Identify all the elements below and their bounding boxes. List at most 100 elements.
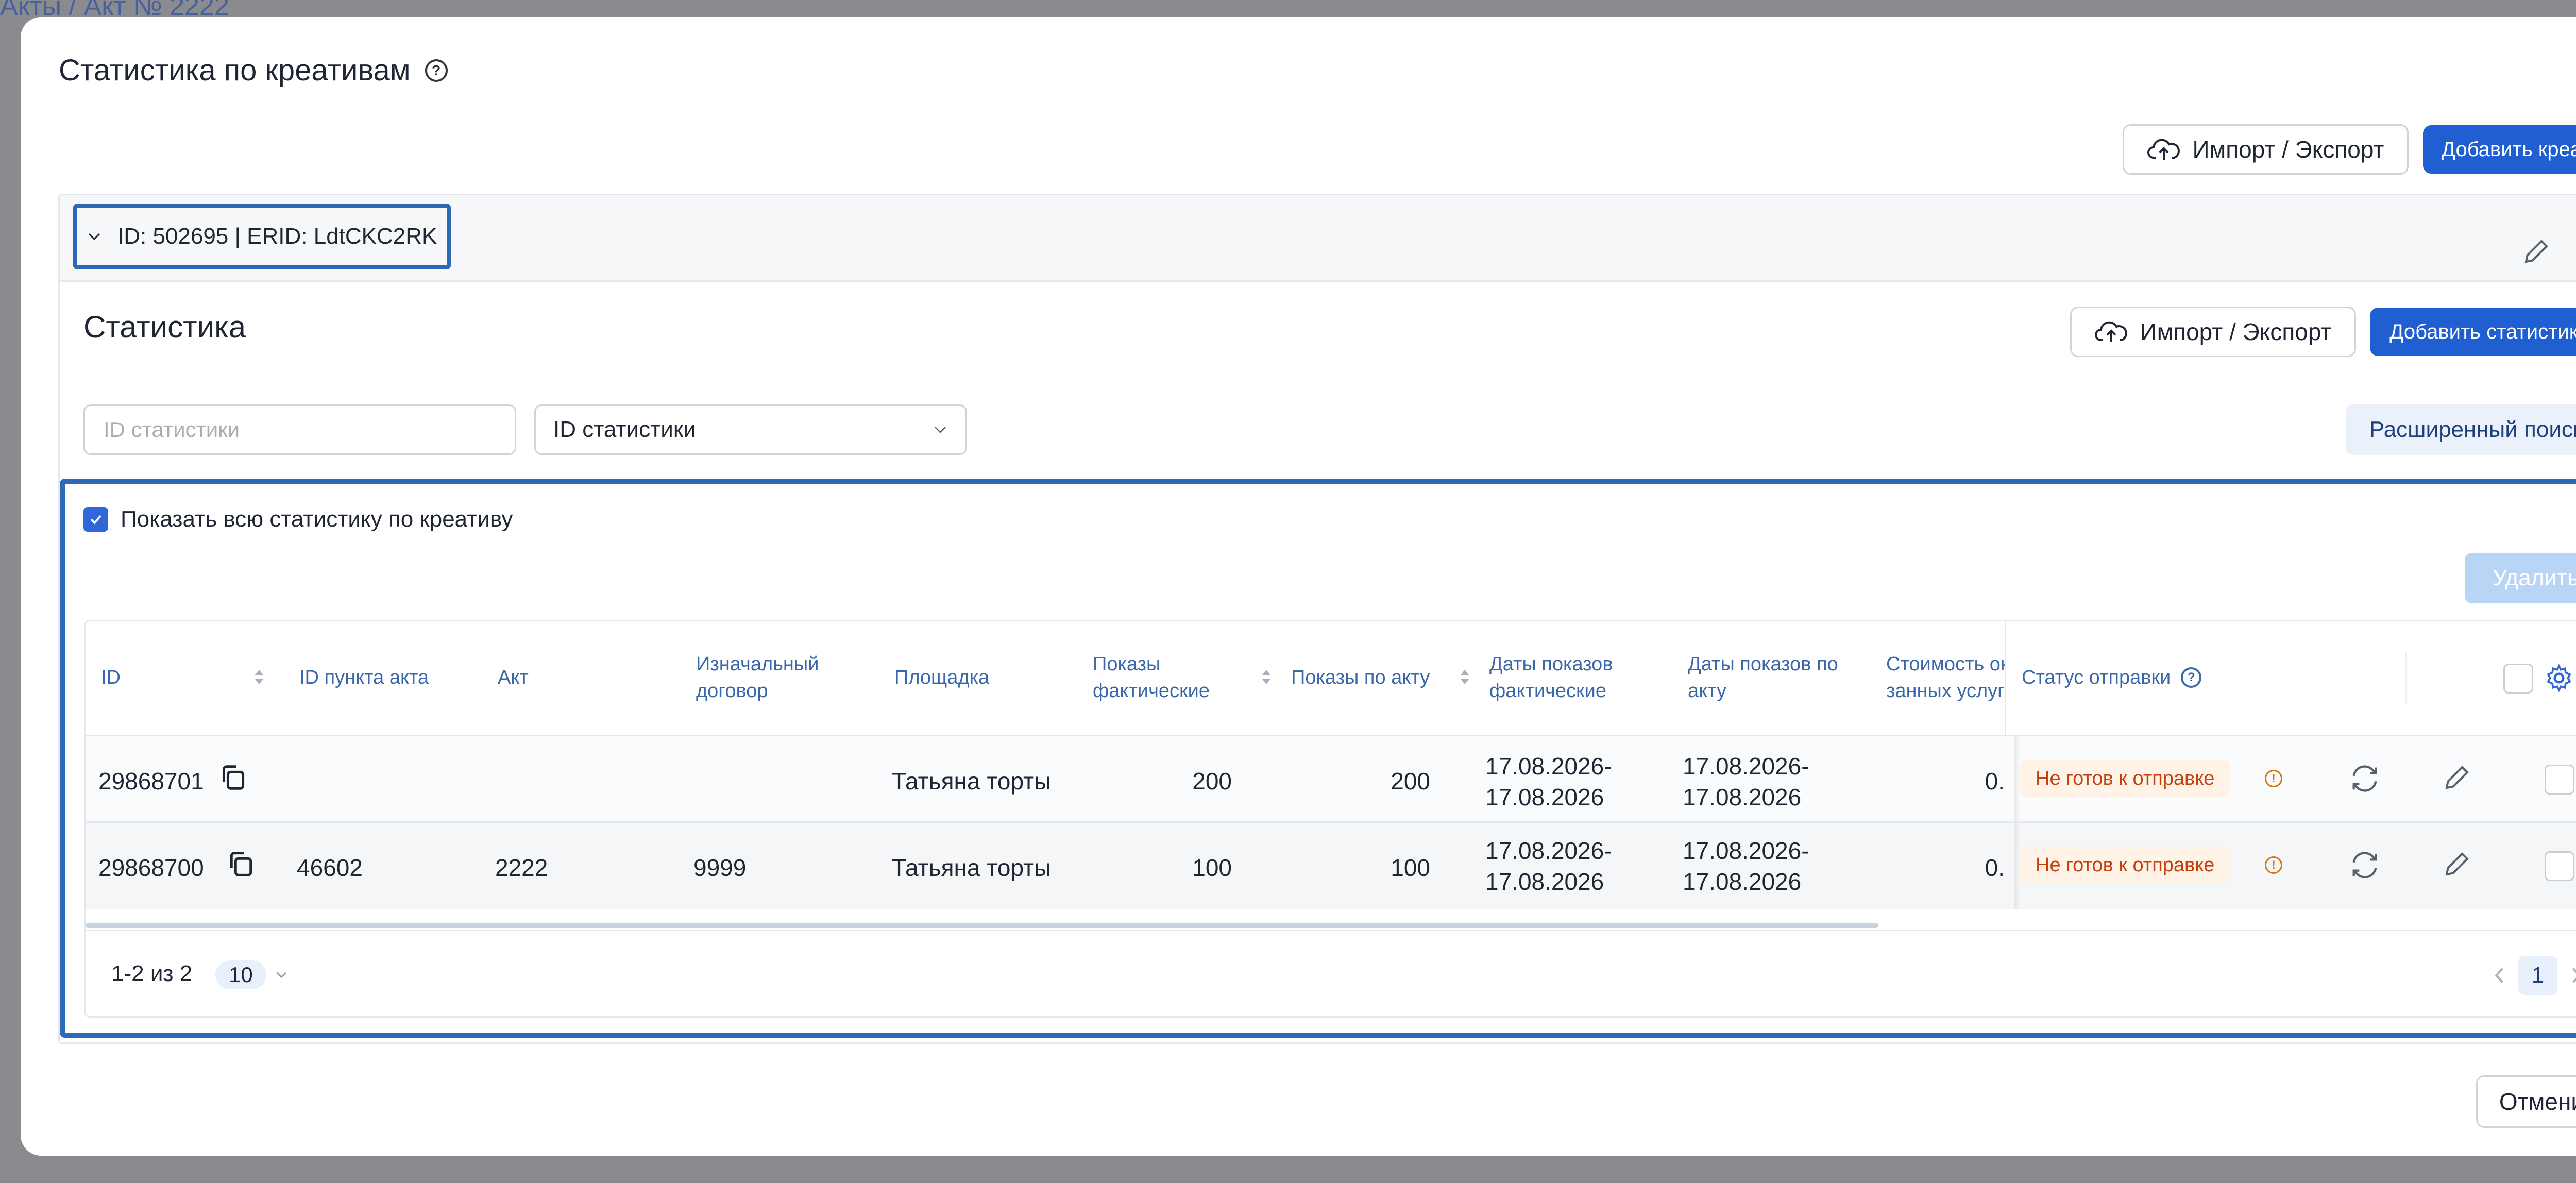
- col-cost-line1: Стоимость ока: [1886, 653, 2005, 675]
- sticky-header-area: Статус отправки ?: [2005, 621, 2576, 735]
- cell-dates-act-end: 17.08.2026: [1683, 784, 1802, 810]
- refresh-icon[interactable]: [2348, 849, 2381, 882]
- select-all-checkbox[interactable]: [2503, 664, 2533, 694]
- cell-dates-fact-end: 17.08.2026: [1485, 868, 1604, 895]
- cell-dates-fact-start: 17.08.2026-: [1485, 837, 1612, 864]
- add-statistic-button[interactable]: Добавить статистику: [2370, 308, 2576, 356]
- table-row[interactable]: 29868700 46602 2222 9999 Татьяна торты 1…: [86, 821, 2576, 909]
- advanced-search-button[interactable]: Расширенный поиск: [2346, 404, 2576, 455]
- row-checkbox[interactable]: [2545, 765, 2574, 795]
- cell-shows-fact: 100: [1192, 854, 1232, 881]
- help-icon[interactable]: ?: [2181, 667, 2202, 688]
- col-id[interactable]: ID: [101, 664, 121, 691]
- refresh-icon[interactable]: [2348, 762, 2381, 795]
- table-header: ID ID пункта акта Акт Изначальный догово…: [86, 621, 2576, 735]
- edit-icon[interactable]: [2442, 762, 2472, 793]
- col-shows-act[interactable]: Показы по акту: [1291, 664, 1430, 691]
- cell-dates-act: 17.08.2026- 17.08.2026: [1683, 835, 1809, 897]
- cell-id: 29868700: [98, 854, 204, 881]
- col-cost[interactable]: Стоимость ока занных услуг: [1886, 651, 2005, 704]
- cell-shows-act: 200: [1391, 768, 1430, 795]
- cloud-upload-icon: [2094, 321, 2127, 342]
- cell-dates-fact-start: 17.08.2026-: [1485, 753, 1612, 780]
- cell-shows-act: 100: [1391, 854, 1430, 881]
- search-field-value: ID статистики: [553, 417, 696, 442]
- add-creative-button[interactable]: Добавить креатив: [2423, 125, 2576, 174]
- status-badge: Не готов к отправке: [2020, 847, 2230, 884]
- cell-dates-act-end: 17.08.2026: [1683, 868, 1802, 895]
- show-all-stats-toggle[interactable]: Показать всю статистику по креативу: [83, 506, 513, 532]
- chevron-down-icon: [88, 233, 100, 241]
- cell-cost: 0.: [1985, 854, 2005, 881]
- pagination-range: 1-2 из 2: [111, 961, 193, 986]
- cell-cost: 0.: [1985, 768, 2005, 795]
- col-shows-fact[interactable]: Показы фактические: [1093, 651, 1210, 704]
- delete-button[interactable]: Удалить: [2465, 553, 2576, 603]
- help-icon[interactable]: ?: [425, 59, 448, 82]
- info-icon[interactable]: !: [2265, 856, 2282, 874]
- table-row[interactable]: 29868701 Татьяна торты 200 200 17.08.202…: [86, 735, 2576, 823]
- page-size-select[interactable]: 10: [215, 957, 288, 993]
- import-export-label: Импорт / Экспорт: [2140, 318, 2332, 345]
- statistics-modal: Статистика по креативам ? × Импорт / Экс…: [21, 17, 2576, 1156]
- col-act[interactable]: Акт: [498, 664, 529, 691]
- import-export-label: Импорт / Экспорт: [2192, 136, 2384, 163]
- sticky-shadow: [2014, 823, 2020, 909]
- edit-icon[interactable]: [2442, 849, 2472, 880]
- statistics-table: ID ID пункта акта Акт Изначальный догово…: [84, 620, 2576, 1018]
- col-send-status-label: Статус отправки: [2022, 667, 2171, 688]
- col-dates-fact[interactable]: Даты показов фактические: [1489, 651, 1613, 704]
- cell-act-item-id: 46602: [297, 854, 363, 881]
- import-export-creatives-button[interactable]: Импорт / Экспорт: [2123, 124, 2409, 175]
- cloud-upload-icon: [2147, 139, 2180, 160]
- pagination: 1-2 из 2 10 1: [86, 930, 2576, 1016]
- header-sep: [2405, 652, 2407, 704]
- sticky-cells: Не готов к отправке !: [2014, 736, 2576, 823]
- cell-contract: 9999: [693, 854, 747, 881]
- chevron-down-icon: [935, 427, 946, 433]
- import-export-stats-button[interactable]: Импорт / Экспорт: [2070, 307, 2356, 357]
- sort-icon[interactable]: [253, 667, 265, 687]
- cell-dates-act-start: 17.08.2026-: [1683, 753, 1809, 780]
- sort-icon[interactable]: [1459, 667, 1471, 687]
- sticky-shadow: [2014, 736, 2020, 823]
- col-dates-act-line2: акту: [1688, 680, 1727, 702]
- col-cost-line2: занных услуг: [1886, 680, 2005, 702]
- col-dates-act[interactable]: Даты показов по акту: [1688, 651, 1838, 704]
- cell-dates-act: 17.08.2026- 17.08.2026: [1683, 751, 1809, 813]
- chevron-down-icon: [276, 972, 286, 978]
- modal-title: Статистика по креативам ?: [59, 53, 448, 88]
- gear-icon[interactable]: [2545, 664, 2573, 692]
- col-contract-line2: договор: [696, 680, 768, 702]
- col-platform[interactable]: Площадка: [894, 664, 989, 691]
- col-dates-fact-line1: Даты показов: [1489, 653, 1613, 675]
- sort-icon[interactable]: [1260, 667, 1273, 687]
- page-size-value: 10: [215, 960, 266, 989]
- copy-icon[interactable]: [225, 848, 258, 881]
- chevron-left-icon[interactable]: [2492, 965, 2508, 986]
- col-contract[interactable]: Изначальный договор: [696, 651, 819, 704]
- checkbox-checked-icon[interactable]: [83, 507, 108, 532]
- col-shows-fact-line1: Показы: [1093, 653, 1161, 675]
- statistic-search-input[interactable]: ID статистики: [83, 404, 516, 455]
- cancel-button[interactable]: Отменить: [2476, 1075, 2576, 1128]
- page-number[interactable]: 1: [2518, 956, 2557, 995]
- chevron-right-icon[interactable]: [2568, 965, 2576, 986]
- sticky-cells: Не готов к отправке !: [2014, 823, 2576, 909]
- cell-dates-fact: 17.08.2026- 17.08.2026: [1485, 835, 1612, 897]
- edit-creative-icon[interactable]: [2518, 233, 2554, 269]
- row-checkbox[interactable]: [2545, 851, 2574, 881]
- copy-icon[interactable]: [217, 761, 250, 794]
- creative-id-label: ID: 502695 | ERID: LdtCKC2RK: [117, 224, 437, 249]
- col-contract-line1: Изначальный: [696, 653, 819, 675]
- statistics-title: Статистика: [83, 310, 246, 344]
- col-act-item-id[interactable]: ID пункта акта: [299, 664, 429, 691]
- horizontal-scrollbar[interactable]: [86, 923, 1878, 928]
- info-icon[interactable]: !: [2265, 770, 2282, 787]
- cell-act: 2222: [495, 854, 548, 881]
- creative-accordion-toggle[interactable]: ID: 502695 | ERID: LdtCKC2RK: [73, 204, 451, 269]
- col-shows-fact-line2: фактические: [1093, 680, 1210, 702]
- search-field-select[interactable]: ID статистики: [534, 404, 967, 455]
- modal-title-text: Статистика по креативам: [59, 54, 411, 87]
- col-send-status[interactable]: Статус отправки ?: [2022, 664, 2202, 691]
